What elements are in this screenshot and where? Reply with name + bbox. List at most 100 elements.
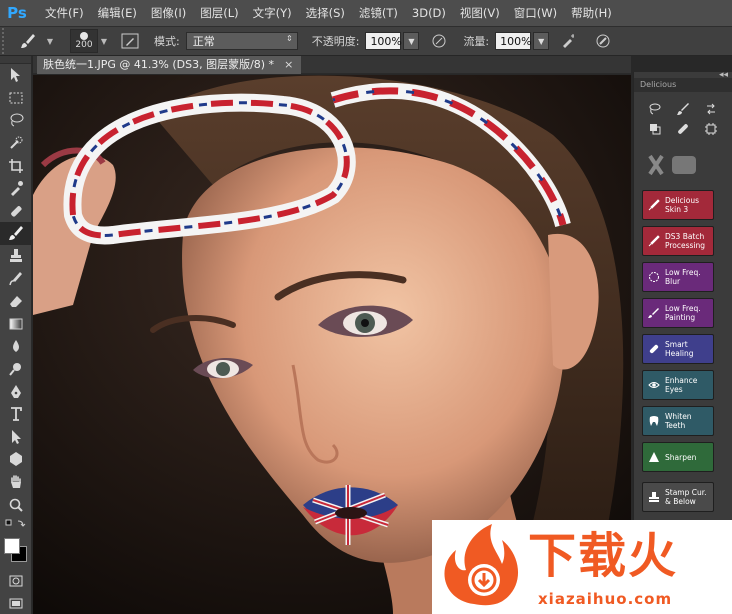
opacity-input[interactable]: 100% xyxy=(365,32,402,50)
blur-ring-icon xyxy=(647,270,661,284)
pen-tool-icon[interactable] xyxy=(0,380,32,403)
low-freq-painting-button[interactable]: Low Freq. Painting xyxy=(642,298,714,328)
menu-image[interactable]: 图像(I) xyxy=(144,0,193,26)
delicious-skin-label: Delicious Skin 3 xyxy=(665,196,700,214)
options-bar: ▼ 200 ▼ 模式: 正常 ⇕ 不透明度: 100% ▼ 流量: 100% ▼ xyxy=(0,26,732,56)
hand-tool-icon[interactable] xyxy=(0,471,32,494)
sharpen-label: Sharpen xyxy=(665,452,697,462)
path-selection-tool-icon[interactable] xyxy=(0,426,32,449)
lasso-tool-icon[interactable] xyxy=(0,109,32,132)
menu-view[interactable]: 视图(V) xyxy=(453,0,507,26)
swap-arrows-icon[interactable] xyxy=(698,100,724,118)
menu-edit[interactable]: 编辑(E) xyxy=(91,0,144,26)
tools-panel-header[interactable] xyxy=(0,56,31,64)
opacity-label: 不透明度: xyxy=(311,35,360,48)
healing-brush-tool-icon[interactable] xyxy=(0,200,32,223)
move-tool-icon[interactable] xyxy=(0,64,32,87)
flow-input[interactable]: 100% xyxy=(495,32,532,50)
dodge-tool-icon[interactable] xyxy=(0,358,32,381)
menu-layer[interactable]: 图层(L) xyxy=(193,0,245,26)
opacity-dropdown-icon[interactable]: ▼ xyxy=(403,32,420,50)
foreground-color-swatch[interactable] xyxy=(4,537,20,554)
swap-colors-icon[interactable] xyxy=(0,516,32,534)
blend-mode-value: 正常 xyxy=(192,35,215,48)
settings-chip-icon[interactable] xyxy=(698,120,724,138)
eraser-tool-icon[interactable] xyxy=(0,290,32,313)
layers-icon[interactable] xyxy=(642,120,668,138)
options-bar-grip[interactable] xyxy=(2,28,12,54)
pen-icon xyxy=(647,234,661,248)
lasso-icon[interactable] xyxy=(642,100,668,118)
pressure-opacity-icon[interactable] xyxy=(429,31,449,51)
panel-logo-icon xyxy=(644,150,704,183)
low-freq-blur-button[interactable]: Low Freq. Blur xyxy=(642,262,714,292)
shape-tool-icon[interactable] xyxy=(0,448,32,471)
menu-select[interactable]: 选择(S) xyxy=(299,0,352,26)
watermark-url: xiazaihuo.com xyxy=(538,590,673,608)
blur-tool-icon[interactable] xyxy=(0,335,32,358)
site-watermark: 下载火 xiazaihuo.com xyxy=(432,520,732,614)
whiten-teeth-button[interactable]: Whiten Teeth xyxy=(642,406,714,436)
triangle-icon xyxy=(647,450,661,464)
tool-preset-picker[interactable] xyxy=(12,29,44,53)
brush-tool-icon[interactable] xyxy=(0,222,32,245)
low-freq-painting-label: Low Freq. Painting xyxy=(665,304,701,322)
quick-selection-tool-icon[interactable] xyxy=(0,132,32,155)
smart-healing-button[interactable]: Smart Healing xyxy=(642,334,714,364)
stamp-current-below-label: Stamp Cur. & Below xyxy=(665,488,707,506)
flow-label: 流量: xyxy=(463,35,490,48)
batch-processing-button[interactable]: DS3 Batch Processing xyxy=(642,226,714,256)
batch-processing-label: DS3 Batch Processing xyxy=(665,232,706,250)
flow-dropdown-icon[interactable]: ▼ xyxy=(533,32,550,50)
history-brush-tool-icon[interactable] xyxy=(0,267,32,290)
blend-mode-select[interactable]: 正常 ⇕ xyxy=(185,32,298,50)
menu-3d[interactable]: 3D(D) xyxy=(405,0,453,26)
close-icon[interactable]: × xyxy=(284,56,293,74)
brush-panel-toggle-icon[interactable] xyxy=(120,31,140,51)
screen-mode-icon[interactable] xyxy=(0,592,32,614)
eyedropper-tool-icon[interactable] xyxy=(0,177,32,200)
smart-healing-label: Smart Healing xyxy=(665,340,694,358)
bandage-icon[interactable] xyxy=(670,120,696,138)
pen-icon xyxy=(647,198,661,212)
stamp-icon xyxy=(647,490,661,504)
menu-file[interactable]: 文件(F) xyxy=(38,0,91,26)
collapse-panel-icon[interactable]: ◂◂ xyxy=(719,70,728,80)
menu-help[interactable]: 帮助(H) xyxy=(564,0,619,26)
brush-icon[interactable] xyxy=(670,100,696,118)
brush-size-value: 200 xyxy=(75,40,93,50)
brush-size-picker[interactable]: 200 xyxy=(70,29,98,53)
stamp-current-below-button[interactable]: Stamp Cur. & Below xyxy=(642,482,714,512)
panel-title[interactable]: Delicious xyxy=(634,78,732,92)
enhance-eyes-button[interactable]: Enhance Eyes xyxy=(642,370,714,400)
document-tab-bar: 肤色统一1.JPG @ 41.3% (DS3, 图层蒙版/8) * × xyxy=(33,56,631,74)
watermark-brand: 下载火 xyxy=(528,528,679,584)
crop-tool-icon[interactable] xyxy=(0,154,32,177)
menu-type[interactable]: 文字(Y) xyxy=(246,0,299,26)
document-tab[interactable]: 肤色统一1.JPG @ 41.3% (DS3, 图层蒙版/8) * × xyxy=(37,56,302,74)
photoshop-logo: Ps xyxy=(7,4,27,22)
low-freq-blur-label: Low Freq. Blur xyxy=(665,268,701,286)
delicious-skin-button[interactable]: Delicious Skin 3 xyxy=(642,190,714,220)
select-arrows-icon: ⇕ xyxy=(286,34,293,43)
chevron-down-icon[interactable]: ▼ xyxy=(98,29,110,53)
enhance-eyes-label: Enhance Eyes xyxy=(665,376,698,394)
zoom-tool-icon[interactable] xyxy=(0,493,32,516)
chevron-down-icon[interactable]: ▼ xyxy=(44,29,56,53)
color-swatches xyxy=(0,534,31,570)
whiten-teeth-label: Whiten Teeth xyxy=(665,412,692,430)
marquee-tool-icon[interactable] xyxy=(0,87,32,110)
airbrush-icon[interactable] xyxy=(559,31,579,51)
type-tool-icon[interactable] xyxy=(0,403,32,426)
menu-filter[interactable]: 滤镜(T) xyxy=(352,0,405,26)
eye-icon xyxy=(647,378,661,392)
clone-stamp-tool-icon[interactable] xyxy=(0,245,32,268)
paint-brush-icon xyxy=(647,306,661,320)
pressure-size-icon[interactable] xyxy=(593,31,613,51)
sharpen-button[interactable]: Sharpen xyxy=(642,442,714,472)
gradient-tool-icon[interactable] xyxy=(0,313,32,336)
menu-window[interactable]: 窗口(W) xyxy=(507,0,564,26)
quick-mask-icon[interactable] xyxy=(0,570,32,593)
brush-preset-icon xyxy=(21,34,35,48)
tools-panel xyxy=(0,56,32,614)
